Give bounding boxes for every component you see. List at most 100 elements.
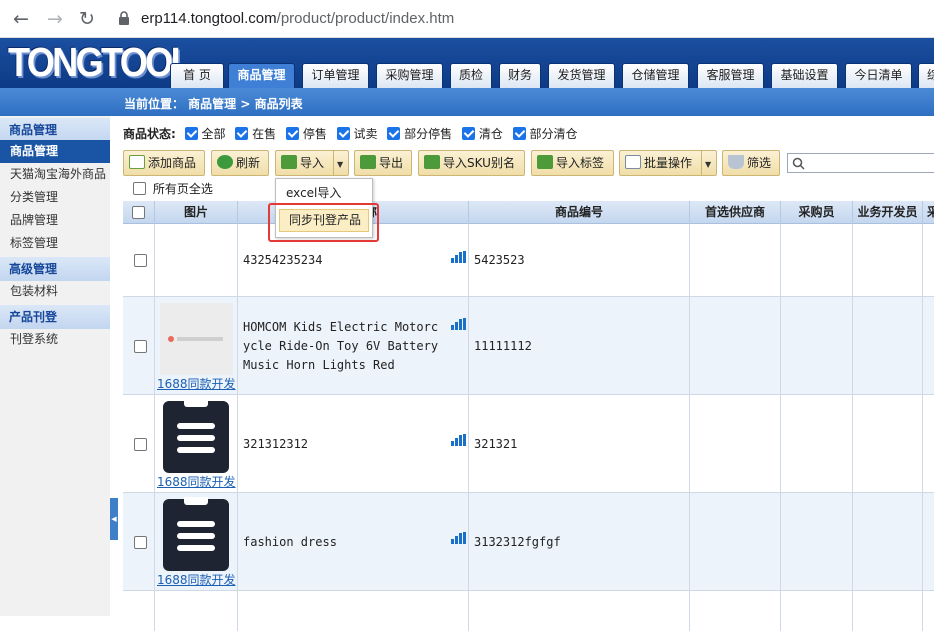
- row-checkbox[interactable]: [134, 340, 147, 353]
- product-code: 3132312fgfgf: [474, 535, 561, 549]
- row-checkbox[interactable]: [134, 438, 147, 451]
- tab-product-management[interactable]: 商品管理: [228, 63, 295, 88]
- chevron-down-icon: ▼: [705, 160, 712, 169]
- tab-purchase-management[interactable]: 采购管理: [376, 63, 443, 88]
- table-row: 43254235234 5423523: [123, 224, 934, 297]
- reload-icon[interactable]: ↻: [75, 7, 99, 31]
- tab-today-list[interactable]: 今日清单: [845, 63, 912, 88]
- refresh-button[interactable]: 刷新: [211, 150, 269, 176]
- sidebar-item-packaging[interactable]: 包装材料: [0, 280, 110, 303]
- tab-quality-check[interactable]: 质检: [450, 63, 492, 88]
- list-icon: [625, 155, 641, 169]
- status-stopped-checkbox[interactable]: [285, 127, 299, 140]
- tab-home[interactable]: 首 页: [170, 63, 224, 88]
- product-name: HOMCOM Kids Electric Motorcycle Ride-On …: [243, 320, 439, 372]
- batch-operation-button[interactable]: 批量操作 ▼: [619, 150, 717, 176]
- highlight-box: [268, 203, 379, 242]
- back-arrow-icon[interactable]: ←: [9, 7, 33, 31]
- row-checkbox[interactable]: [134, 254, 147, 267]
- sidebar-item-brand[interactable]: 品牌管理: [0, 209, 110, 232]
- import-button[interactable]: 导入 ▼: [275, 150, 349, 176]
- tab-more[interactable]: 综: [918, 63, 934, 88]
- table-row: 1688同款开发 321312312 321321: [123, 395, 934, 493]
- refresh-label: 刷新: [236, 156, 261, 170]
- status-stopped-label: 停售: [302, 127, 327, 141]
- filter-label: 筛选: [747, 156, 772, 170]
- status-clearance-checkbox[interactable]: [462, 127, 475, 140]
- sidebar-group-listing[interactable]: 产品刊登: [0, 305, 110, 329]
- sidebar-item-tag[interactable]: 标签管理: [0, 232, 110, 255]
- table-row: [123, 591, 934, 631]
- bar-chart-icon[interactable]: [451, 318, 467, 330]
- 1688-dev-link[interactable]: 1688同款开发: [157, 473, 236, 490]
- sidebar-item-category[interactable]: 分类管理: [0, 186, 110, 209]
- browser-toolbar: ← → ↻ erp114.tongtool.com/product/produc…: [0, 0, 934, 38]
- bar-chart-icon[interactable]: [451, 251, 467, 263]
- import-sku-alias-icon: [424, 155, 440, 169]
- sidebar-item-tmall-taobao[interactable]: 天猫淘宝海外商品: [0, 163, 110, 186]
- status-trial-checkbox[interactable]: [336, 127, 350, 140]
- select-all-pages-checkbox[interactable]: [133, 182, 146, 195]
- sidebar-group-product[interactable]: 商品管理: [0, 118, 110, 142]
- status-trial-label: 试卖: [353, 127, 378, 141]
- sidebar-item-product-management[interactable]: 商品管理: [0, 140, 110, 163]
- table-header: 图片 商品名称 商品编号 首选供应商 采购员 业务开发员 采: [123, 201, 934, 224]
- sidebar-group-advanced[interactable]: 高级管理: [0, 257, 110, 281]
- add-product-button[interactable]: 添加商品: [123, 150, 205, 176]
- lock-icon[interactable]: [118, 11, 130, 25]
- status-on-sale-checkbox[interactable]: [235, 127, 249, 140]
- status-filter-label: 商品状态:: [123, 127, 176, 141]
- sidebar: 商品管理 商品管理 天猫淘宝海外商品 分类管理 品牌管理 标签管理 高级管理 包…: [0, 116, 110, 616]
- tab-finance[interactable]: 财务: [499, 63, 541, 88]
- tab-shipping-management[interactable]: 发货管理: [548, 63, 615, 88]
- clipboard-icon[interactable]: [163, 399, 229, 473]
- add-doc-icon: [129, 155, 145, 169]
- status-partial-stop-label: 部分停售: [404, 127, 453, 141]
- select-all-pages: 所有页全选: [133, 180, 213, 197]
- breadcrumb: 当前位置： 商品管理 > 商品列表: [124, 97, 303, 111]
- 1688-dev-link[interactable]: 1688同款开发: [157, 571, 236, 588]
- address-bar[interactable]: erp114.tongtool.com/product/product/inde…: [141, 10, 454, 27]
- tab-warehouse-management[interactable]: 仓储管理: [622, 63, 689, 88]
- status-partial-stop-checkbox[interactable]: [387, 127, 401, 140]
- table-row: 1688同款开发 HOMCOM Kids Electric Motorcycle…: [123, 297, 934, 395]
- url-path: /product/product/index.htm: [276, 10, 455, 27]
- tab-basic-settings[interactable]: 基础设置: [771, 63, 838, 88]
- tab-customer-service[interactable]: 客服管理: [697, 63, 764, 88]
- status-all-checkbox[interactable]: [184, 127, 198, 140]
- status-partial-clearance-checkbox[interactable]: [512, 127, 526, 140]
- url-host: erp114.tongtool.com: [141, 10, 277, 27]
- import-tag-icon: [537, 155, 553, 169]
- bar-chart-icon[interactable]: [451, 532, 467, 544]
- filter-button[interactable]: 筛选: [722, 150, 780, 176]
- column-header-supplier: 首选供应商: [690, 201, 781, 224]
- header-checkbox[interactable]: [132, 206, 145, 219]
- column-header-purchase: 采: [923, 201, 934, 224]
- 1688-dev-link[interactable]: 1688同款开发: [157, 375, 236, 392]
- product-name: 321312312: [243, 437, 309, 451]
- row-checkbox[interactable]: [134, 536, 147, 549]
- logo: TONGTOOL: [8, 39, 193, 85]
- column-header-developer: 业务开发员: [853, 201, 923, 224]
- sidebar-collapse-handle[interactable]: ◀: [110, 498, 118, 540]
- clipboard-icon[interactable]: [163, 497, 229, 571]
- select-all-pages-label: 所有页全选: [152, 182, 213, 196]
- sidebar-item-listing-system[interactable]: 刊登系统: [0, 328, 110, 351]
- batch-operation-label: 批量操作: [644, 156, 693, 170]
- column-header-buyer: 采购员: [781, 201, 853, 224]
- column-header-code[interactable]: 商品编号: [469, 201, 690, 224]
- search-input[interactable]: [787, 153, 934, 173]
- excel-import-option[interactable]: excel导入: [286, 184, 341, 201]
- search-icon: [792, 157, 805, 170]
- import-tag-label: 导入标签: [556, 156, 605, 170]
- export-icon: [360, 155, 376, 169]
- export-button[interactable]: 导出: [354, 150, 412, 176]
- status-partial-clearance-label: 部分清仓: [529, 127, 578, 141]
- bar-chart-icon[interactable]: [451, 434, 467, 446]
- import-sku-alias-button[interactable]: 导入SKU别名: [418, 150, 525, 176]
- forward-arrow-icon[interactable]: →: [43, 7, 67, 31]
- tab-order-management[interactable]: 订单管理: [302, 63, 369, 88]
- product-name: fashion dress: [243, 535, 337, 549]
- product-image[interactable]: [160, 303, 233, 375]
- import-tag-button[interactable]: 导入标签: [531, 150, 614, 176]
